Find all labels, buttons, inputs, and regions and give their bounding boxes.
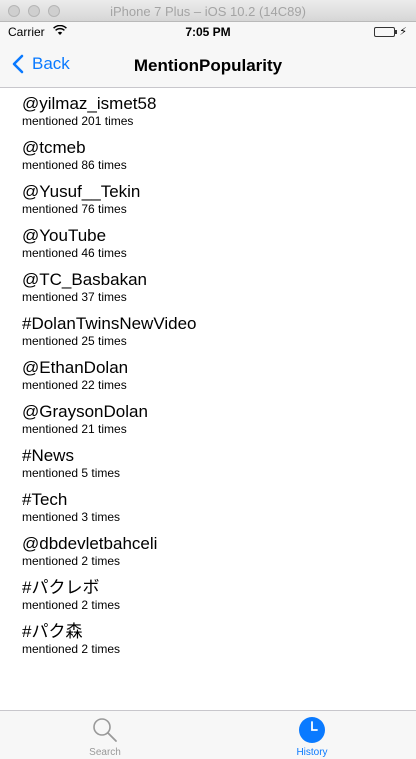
mention-tag: #Tech <box>22 490 68 509</box>
list-item[interactable]: @GraysonDolan mentioned 21 times <box>22 402 148 446</box>
clock-icon <box>299 717 325 743</box>
tab-search-label: Search <box>89 747 121 758</box>
mention-count: mentioned 3 times <box>22 510 121 524</box>
mention-tag: #パクレボ <box>22 578 100 597</box>
tab-bar: Search History <box>0 710 416 759</box>
mention-tag: @GraysonDolan <box>22 402 148 421</box>
list-item[interactable]: #パクレボ mentioned 2 times <box>22 578 120 622</box>
navigation-bar: Back MentionPopularity <box>0 42 416 88</box>
mention-tag: @EthanDolan <box>22 358 129 377</box>
mention-tag: #パク森 <box>22 622 83 641</box>
mention-count: mentioned 76 times <box>22 202 127 216</box>
window-title: iPhone 7 Plus – iOS 10.2 (14C89) <box>110 4 306 19</box>
tab-search[interactable]: Search <box>75 711 135 759</box>
list-item[interactable]: @tcmeb mentioned 86 times <box>22 138 127 182</box>
mention-count: mentioned 2 times <box>22 554 121 568</box>
list-item[interactable]: @TC_Basbakan mentioned 37 times <box>22 270 147 314</box>
tab-history[interactable]: History <box>282 711 342 759</box>
mention-count: mentioned 2 times <box>22 642 121 656</box>
mention-tag: #DolanTwinsNewVideo <box>22 314 197 333</box>
mention-count: mentioned 46 times <box>22 246 127 260</box>
list-item[interactable]: @EthanDolan mentioned 22 times <box>22 358 128 402</box>
mention-count: mentioned 22 times <box>22 378 127 392</box>
list-item[interactable]: #News mentioned 5 times <box>22 446 120 490</box>
mention-tag: @TC_Basbakan <box>22 270 147 289</box>
list-item[interactable]: #Tech mentioned 3 times <box>22 490 120 534</box>
mention-count: mentioned 37 times <box>22 290 127 304</box>
search-icon <box>93 718 117 742</box>
mention-tag: @yilmaz_ismet58 <box>22 94 157 113</box>
list-item[interactable]: #DolanTwinsNewVideo mentioned 25 times <box>22 314 197 358</box>
list-item[interactable]: #パク森 mentioned 2 times <box>22 622 120 666</box>
mention-count: mentioned 86 times <box>22 158 127 172</box>
page-title: MentionPopularity <box>133 56 283 75</box>
mention-count: mentioned 2 times <box>22 598 121 612</box>
mention-tag: @Yusuf__Tekin <box>22 182 141 201</box>
mention-count: mentioned 25 times <box>22 334 127 348</box>
mention-count: mentioned 5 times <box>22 466 121 480</box>
list-item[interactable]: @YouTube mentioned 46 times <box>22 226 127 270</box>
mention-list[interactable]: @yilmaz_ismet58 mentioned 201 times @tcm… <box>0 88 416 710</box>
tab-history-label: History <box>296 747 328 758</box>
mention-tag: #News <box>22 446 74 465</box>
mention-count: mentioned 21 times <box>22 422 127 436</box>
charging-icon: ⚡ <box>399 26 407 38</box>
list-item[interactable]: @dbdevletbahceli mentioned 2 times <box>22 534 157 578</box>
list-item[interactable]: @Yusuf__Tekin mentioned 76 times <box>22 182 140 226</box>
simulator-title-bar: iPhone 7 Plus – iOS 10.2 (14C89) <box>0 0 416 22</box>
list-item[interactable]: @yilmaz_ismet58 mentioned 201 times <box>22 94 156 138</box>
status-time: 7:05 PM <box>185 25 231 39</box>
mention-tag: @dbdevletbahceli <box>22 534 158 553</box>
battery-icon <box>374 27 397 37</box>
mention-tag: @YouTube <box>22 226 107 245</box>
mention-tag: @tcmeb <box>22 138 86 157</box>
status-bar: Carrier 7:05 PM ⚡ <box>0 22 416 42</box>
mention-count: mentioned 201 times <box>22 114 134 128</box>
